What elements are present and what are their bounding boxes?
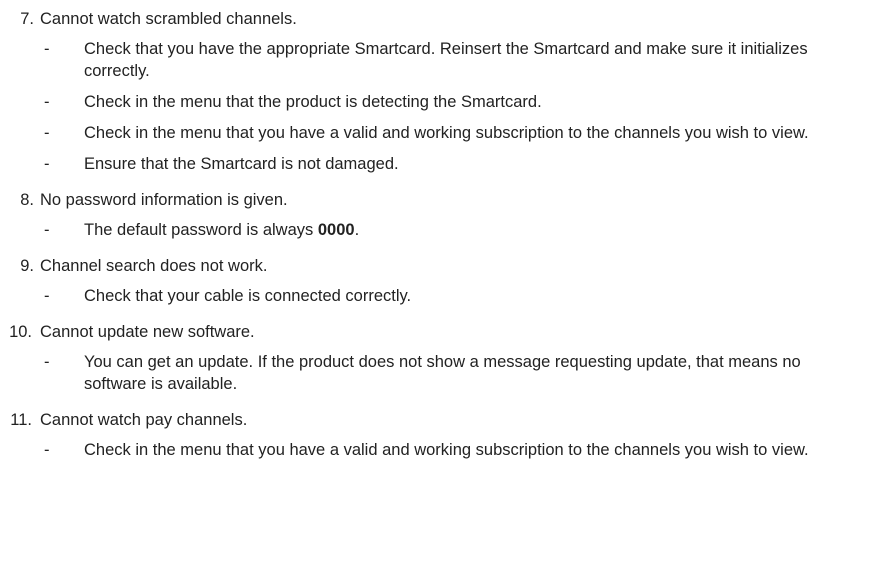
bullet: - Check in the menu that the product is … — [0, 91, 869, 113]
item-10: 10. Cannot update new software. - You ca… — [0, 321, 869, 395]
item-number: 8. — [20, 191, 34, 209]
bullet-text: The default password is always 0000. — [84, 221, 359, 239]
item-heading: 7. Cannot watch scrambled channels. — [0, 8, 869, 30]
bullet-text-prefix: The default password is always — [84, 221, 318, 239]
bullet-dash: - — [44, 441, 50, 459]
bullet-text: Check that you have the appropriate Smar… — [84, 40, 808, 80]
bullet-text: Ensure that the Smartcard is not damaged… — [84, 155, 399, 173]
bullet-dash: - — [44, 353, 50, 371]
item-title: Cannot watch scrambled channels. — [40, 10, 297, 28]
bullet-text: Check that your cable is connected corre… — [84, 287, 412, 305]
item-heading: 11. Cannot watch pay channels. — [0, 409, 869, 431]
bullet-text-suffix: . — [354, 221, 360, 239]
item-heading: 10. Cannot update new software. — [0, 321, 869, 343]
bullet: - You can get an update. If the product … — [0, 351, 869, 395]
bullet-text: Check in the menu that the product is de… — [84, 93, 542, 111]
item-8: 8. No password information is given. - T… — [0, 189, 869, 241]
bullet-text: Check in the menu that you have a valid … — [84, 124, 809, 142]
bullet: - Check that you have the appropriate Sm… — [0, 38, 869, 82]
troubleshooting-page: 7. Cannot watch scrambled channels. - Ch… — [0, 0, 869, 576]
bullet: - Check in the menu that you have a vali… — [0, 122, 869, 144]
default-password: 0000 — [317, 221, 355, 239]
item-heading: 8. No password information is given. — [0, 189, 869, 211]
item-7: 7. Cannot watch scrambled channels. - Ch… — [0, 8, 869, 175]
item-number: 10. — [9, 323, 32, 341]
item-heading: 9. Channel search does not work. — [0, 255, 869, 277]
bullet: - The default password is always 0000. — [0, 219, 869, 241]
item-11: 11. Cannot watch pay channels. - Check i… — [0, 409, 869, 461]
bullet-dash: - — [44, 287, 50, 305]
bullet-dash: - — [44, 155, 50, 173]
bullet: - Check that your cable is connected cor… — [0, 285, 869, 307]
bullet-dash: - — [44, 40, 50, 58]
item-title: Channel search does not work. — [40, 257, 268, 275]
bullet: - Check in the menu that you have a vali… — [0, 439, 869, 461]
item-number: 11. — [10, 411, 32, 429]
bullet-text: You can get an update. If the product do… — [84, 353, 801, 393]
item-title: Cannot update new software. — [40, 323, 255, 341]
item-number: 9. — [20, 257, 34, 275]
bullet-text: Check in the menu that you have a valid … — [84, 441, 809, 459]
bullet: - Ensure that the Smartcard is not damag… — [0, 153, 869, 175]
bullet-dash: - — [44, 124, 50, 142]
item-9: 9. Channel search does not work. - Check… — [0, 255, 869, 307]
item-title: No password information is given. — [40, 191, 288, 209]
bullet-dash: - — [44, 93, 50, 111]
bullet-dash: - — [44, 221, 50, 239]
item-number: 7. — [20, 10, 34, 28]
item-title: Cannot watch pay channels. — [40, 411, 248, 429]
